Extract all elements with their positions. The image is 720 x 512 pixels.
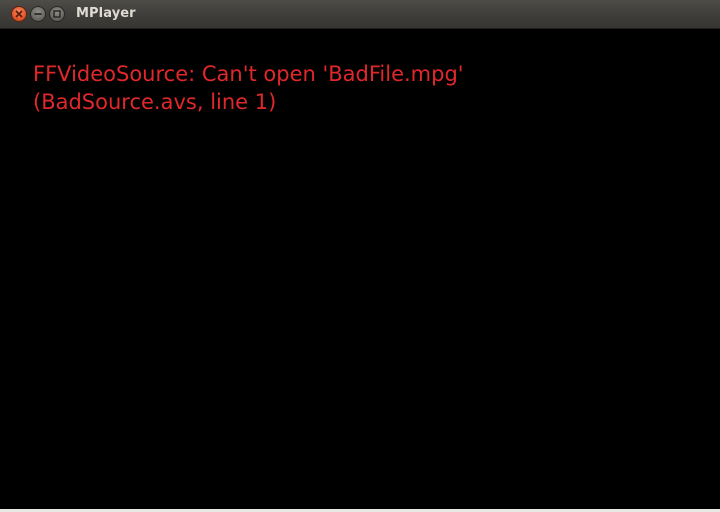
mplayer-window: MPlayer FFVideoSource: Can't open 'BadFi…	[0, 0, 720, 512]
maximize-button[interactable]	[49, 6, 65, 22]
minimize-icon	[34, 13, 42, 15]
minimize-button[interactable]	[30, 6, 46, 22]
error-line-1: FFVideoSource: Can't open 'BadFile.mpg'	[33, 62, 464, 86]
error-message: FFVideoSource: Can't open 'BadFile.mpg' …	[33, 60, 464, 116]
close-button[interactable]	[11, 6, 27, 22]
maximize-icon	[53, 10, 61, 18]
window-title: MPlayer	[76, 6, 136, 21]
title-bar[interactable]: MPlayer	[0, 0, 720, 29]
close-icon	[15, 10, 23, 18]
error-line-2: (BadSource.avs, line 1)	[33, 90, 277, 114]
